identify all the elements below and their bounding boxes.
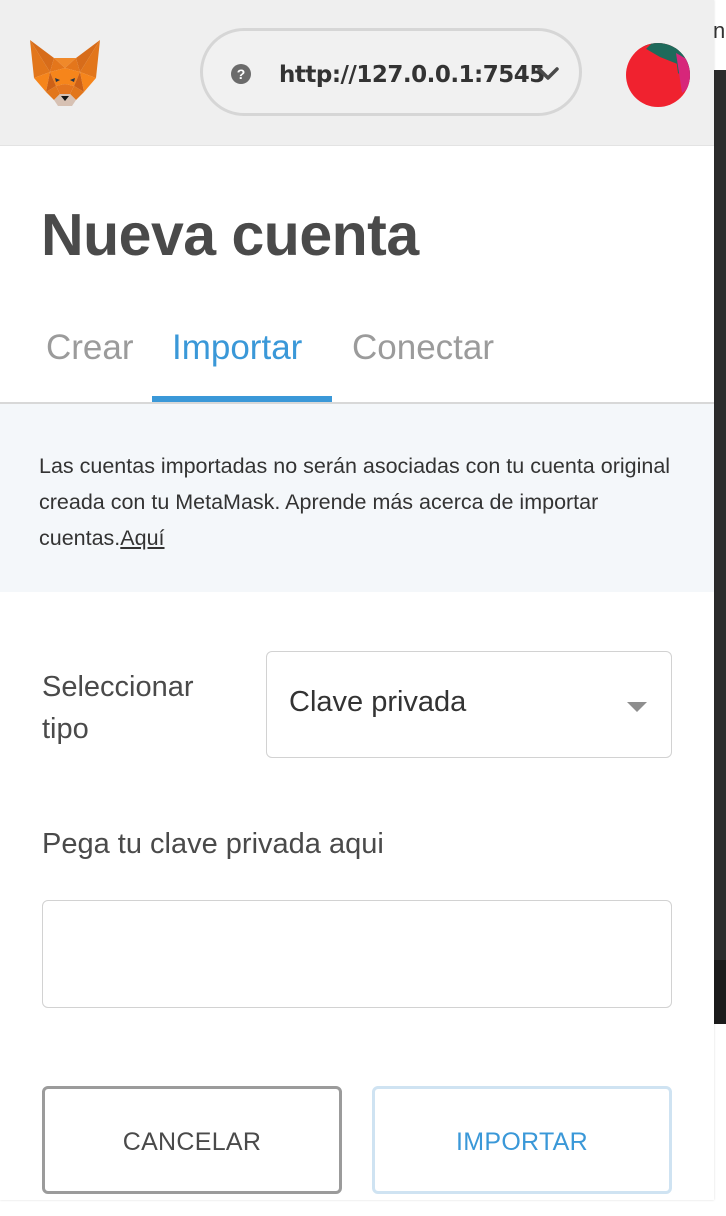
tab-conectar[interactable]: Conectar xyxy=(352,328,494,368)
metamask-popup: ? http://127.0.0.1:7545 Nueva cuenta Cre… xyxy=(0,0,714,1200)
background-text: n xyxy=(713,18,726,43)
network-selector[interactable]: ? http://127.0.0.1:7545 xyxy=(200,28,582,116)
import-button[interactable]: IMPORTAR xyxy=(372,1086,672,1194)
account-avatar[interactable] xyxy=(626,43,690,107)
cancel-button[interactable]: CANCELAR xyxy=(42,1086,342,1194)
page-title: Nueva cuenta xyxy=(41,202,419,268)
import-notice: Las cuentas importadas no serán asociada… xyxy=(0,404,714,592)
network-url: http://127.0.0.1:7545 xyxy=(279,62,545,88)
background-window-dark xyxy=(714,70,726,1024)
active-tab-indicator xyxy=(152,396,332,402)
select-type-label: Seleccionar tipo xyxy=(42,671,194,745)
private-key-input[interactable] xyxy=(42,900,672,1008)
dropdown-arrow-icon xyxy=(627,702,647,712)
tab-crear[interactable]: Crear xyxy=(46,328,134,368)
chevron-down-icon xyxy=(537,67,559,80)
metamask-fox-logo[interactable] xyxy=(28,38,102,108)
tab-bar: Crear Importar Conectar xyxy=(0,322,714,404)
tab-importar[interactable]: Importar xyxy=(172,328,302,368)
background-window-dark-lower xyxy=(714,960,726,1024)
learn-more-link[interactable]: Aquí xyxy=(120,526,164,550)
import-type-select[interactable]: Clave privada xyxy=(266,651,672,758)
help-icon: ? xyxy=(231,64,251,84)
private-key-label: Pega tu clave privada aqui xyxy=(42,828,384,860)
select-value: Clave privada xyxy=(289,686,467,718)
notice-text: Las cuentas importadas no serán asociada… xyxy=(39,448,689,556)
app-header: ? http://127.0.0.1:7545 xyxy=(0,0,714,146)
